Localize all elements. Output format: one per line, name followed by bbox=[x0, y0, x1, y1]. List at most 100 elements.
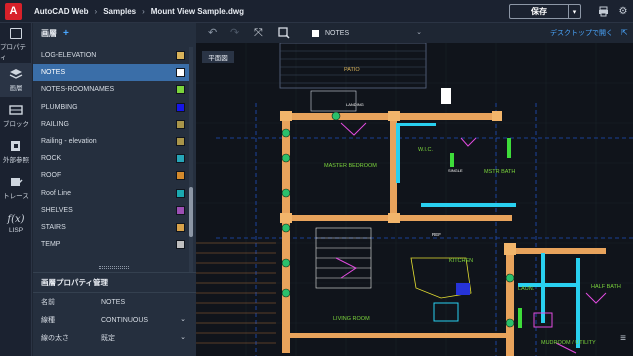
open-in-desktop-link[interactable]: デスクトップで開く bbox=[550, 28, 613, 38]
layer-name: NOTES bbox=[41, 69, 66, 77]
layer-name: NOTES-ROOMNAMES bbox=[41, 86, 115, 94]
rail-label: トレース bbox=[3, 193, 29, 200]
layer-name: RAILING bbox=[41, 120, 70, 128]
layer-color-swatch[interactable] bbox=[176, 222, 185, 232]
prop-row-lineweight[interactable]: 線の太さ 既定 ⌄ bbox=[33, 329, 196, 347]
label-landing: LANDING bbox=[346, 102, 364, 107]
open-external-icon[interactable]: ⇱ bbox=[621, 27, 628, 39]
lisp-icon: f(x) bbox=[7, 214, 25, 225]
layer-color-swatch[interactable] bbox=[176, 136, 185, 146]
layers-panel: 画層 + LOG-ELEVATION NOTES NOTES-ROOMNAMES PL… bbox=[33, 23, 196, 356]
layers-toggle-icon[interactable]: ≡ bbox=[613, 329, 633, 347]
layer-name: Roof Line bbox=[41, 189, 71, 197]
drawing-canvas[interactable]: PATIO LANDING MASTER BEDROOM W.I.C. MSTR… bbox=[196, 43, 633, 356]
layer-color-swatch bbox=[312, 29, 319, 37]
layer-row[interactable]: PLUMBING bbox=[33, 99, 189, 116]
add-layer-button[interactable]: + bbox=[63, 28, 69, 39]
layer-name: SHELVES bbox=[41, 206, 73, 214]
layer-row[interactable]: RAILING bbox=[33, 116, 189, 133]
layer-color-swatch[interactable] bbox=[176, 85, 185, 95]
layer-color-swatch[interactable] bbox=[176, 188, 185, 198]
layer-color-swatch[interactable] bbox=[176, 240, 185, 250]
rail-item-lisp[interactable]: f(x) LISP bbox=[0, 207, 32, 241]
layer-row[interactable]: Roof Line bbox=[33, 185, 189, 202]
layer-name: LOG-ELEVATION bbox=[41, 52, 97, 60]
zoom-window-icon[interactable] bbox=[278, 27, 290, 42]
panel-resize-handle[interactable] bbox=[99, 266, 129, 269]
layer-name: ROCK bbox=[41, 155, 62, 163]
layer-row[interactable]: NOTES-ROOMNAMES bbox=[33, 81, 189, 98]
label-master-bedroom: MASTER BEDROOM bbox=[324, 163, 377, 169]
trace-icon bbox=[11, 178, 23, 186]
label-patio: PATIO bbox=[344, 67, 360, 73]
rail-item-trace[interactable]: トレース bbox=[0, 171, 32, 205]
xref-icon bbox=[11, 141, 20, 151]
layer-name: TEMP bbox=[41, 241, 61, 249]
rail-item-layers[interactable]: 画層 bbox=[0, 63, 32, 97]
chevron-down-icon[interactable]: ⌄ bbox=[180, 333, 186, 341]
layer-row[interactable]: NOTES bbox=[33, 64, 189, 82]
layer-name: Railing - elevation bbox=[41, 138, 97, 146]
view-tab-floor-plan[interactable]: 平面図 bbox=[202, 51, 234, 63]
breadcrumb-app[interactable]: AutoCAD Web bbox=[34, 7, 89, 16]
layer-row[interactable]: ROOF bbox=[33, 167, 189, 184]
current-layer-name: NOTES bbox=[325, 29, 350, 37]
layer-row[interactable]: STAIRS bbox=[33, 219, 189, 236]
layer-row[interactable]: LOG-ELEVATION bbox=[33, 47, 189, 64]
layer-color-swatch[interactable] bbox=[176, 51, 185, 60]
prop-label: 線の太さ bbox=[41, 335, 69, 342]
scrollbar-thumb[interactable] bbox=[189, 187, 193, 237]
breadcrumb-folder[interactable]: Samples bbox=[103, 7, 136, 16]
rail-label: LISP bbox=[8, 227, 24, 234]
layer-row[interactable]: SHELVES bbox=[33, 202, 189, 219]
layer-name: ROOF bbox=[41, 172, 62, 180]
rail-item-block[interactable]: ブロック bbox=[0, 99, 32, 133]
chevron-down-icon[interactable]: ⌄ bbox=[416, 28, 422, 36]
label-mstr-bath: MSTR BATH bbox=[484, 169, 515, 175]
layer-properties-title: 画層プロパティ管理 bbox=[33, 273, 196, 293]
layer-color-swatch[interactable] bbox=[176, 205, 185, 215]
layer-list-scrollbar[interactable] bbox=[189, 47, 193, 281]
layers-icon bbox=[9, 69, 23, 79]
layer-color-swatch[interactable] bbox=[176, 154, 185, 164]
undo-icon[interactable]: ↶ bbox=[208, 27, 217, 39]
rail-item-xref[interactable]: 外部参照 bbox=[0, 135, 32, 169]
canvas-toolbar: ↶ ↷ ⤧ NOTES ⌄ デスクトップで開く ⇱ bbox=[196, 23, 633, 43]
layer-row[interactable]: TEMP bbox=[33, 236, 189, 253]
rail-label: 外部参照 bbox=[3, 157, 29, 164]
chevron-down-icon[interactable]: ⌄ bbox=[180, 315, 186, 323]
layer-row[interactable]: Railing - elevation bbox=[33, 133, 189, 150]
layers-panel-header: 画層 + bbox=[33, 23, 196, 43]
prop-row-linetype[interactable]: 線種 CONTINUOUS ⌄ bbox=[33, 311, 196, 329]
title-bar: A AutoCAD Web › Samples › Mount View Sam… bbox=[0, 0, 633, 23]
layer-color-swatch[interactable] bbox=[176, 102, 185, 112]
rail-item-properties[interactable]: プロパティ bbox=[0, 27, 32, 61]
properties-icon bbox=[10, 27, 22, 39]
floor-plan-drawing: PATIO LANDING MASTER BEDROOM W.I.C. MSTR… bbox=[196, 43, 633, 356]
autocad-logo-icon[interactable]: A bbox=[5, 2, 22, 20]
prop-value[interactable]: NOTES bbox=[101, 299, 196, 306]
layer-name: STAIRS bbox=[41, 223, 66, 231]
rail-label: プロパティ bbox=[0, 43, 26, 61]
print-icon[interactable] bbox=[597, 6, 609, 18]
block-icon bbox=[9, 105, 23, 115]
prop-label: 線種 bbox=[41, 317, 55, 324]
prop-row-name[interactable]: 名前 NOTES bbox=[33, 293, 196, 311]
zoom-extents-icon[interactable]: ⤧ bbox=[254, 27, 263, 39]
chevron-right-icon: › bbox=[94, 6, 98, 16]
layer-color-swatch[interactable] bbox=[176, 68, 185, 78]
label-living-room: LIVING ROOM bbox=[333, 316, 370, 322]
layer-row[interactable]: ROCK bbox=[33, 150, 189, 167]
layer-color-swatch[interactable] bbox=[176, 171, 185, 181]
label-laun: LAUN. bbox=[518, 286, 535, 292]
layer-name: PLUMBING bbox=[41, 103, 78, 111]
save-dropdown-chevron-icon[interactable]: ▾ bbox=[569, 4, 581, 19]
save-button[interactable]: 保存 bbox=[509, 4, 569, 19]
gear-icon[interactable]: ⚙ bbox=[617, 6, 629, 18]
save-group: 保存 ▾ bbox=[509, 4, 581, 19]
redo-icon[interactable]: ↷ bbox=[230, 27, 239, 39]
layer-color-swatch[interactable] bbox=[176, 119, 185, 129]
breadcrumb: AutoCAD Web › Samples › Mount View Sampl… bbox=[34, 7, 244, 16]
chevron-right-icon: › bbox=[142, 6, 145, 16]
current-layer-select[interactable]: NOTES ⌄ bbox=[309, 26, 425, 40]
